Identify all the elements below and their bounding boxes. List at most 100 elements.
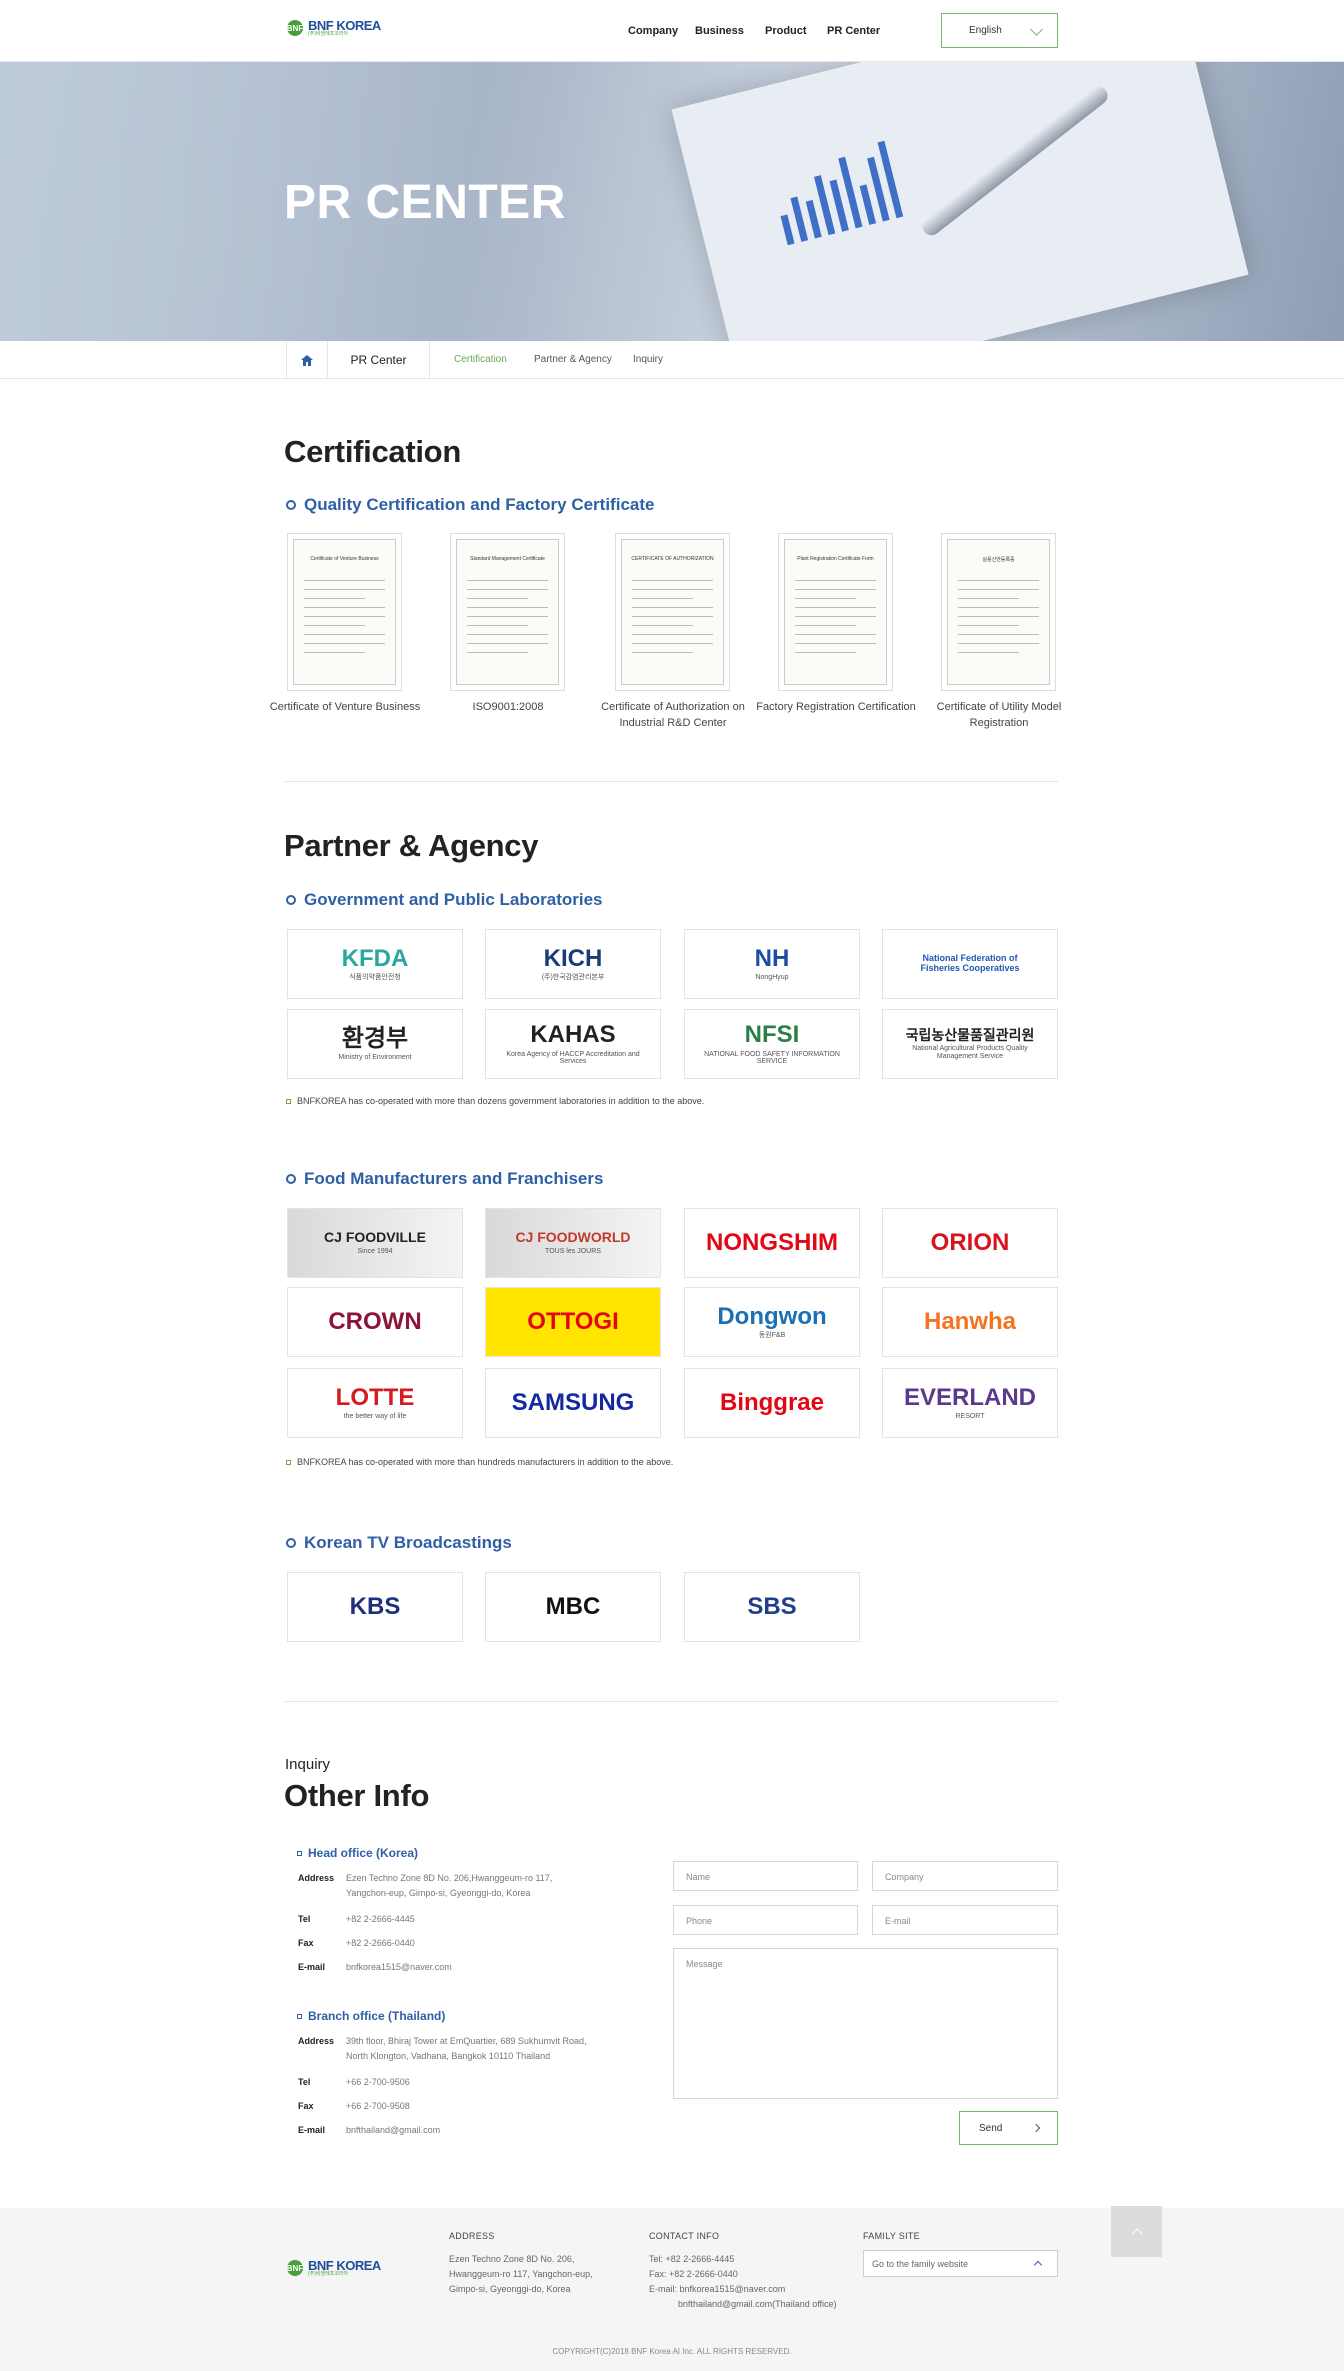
chevron-right-icon <box>1031 2123 1041 2133</box>
partner-logo: Dongwon 동원F&B <box>684 1287 860 1357</box>
head-email-label: E-mail <box>298 1962 326 1972</box>
partner-logo: NH NongHyup <box>684 929 860 999</box>
partner-logo-name: CJ FOODWORLD <box>515 1229 631 1246</box>
company-input[interactable]: Company <box>872 1861 1058 1891</box>
certificate-image[interactable]: Standard Management Certificate <box>450 533 565 691</box>
partner-logo: KBS <box>287 1572 463 1642</box>
partner-logo: KICH (주)한국감염관리본부 <box>485 929 661 999</box>
head-email[interactable]: bnfkorea1515@naver.com <box>346 1960 452 1975</box>
sub-tab-inquiry[interactable]: Inquiry <box>633 354 663 365</box>
chevron-up-icon <box>1033 2260 1043 2270</box>
sub-tab-certification[interactable]: Certification <box>454 354 507 365</box>
partner-logo: 국립농산물품질관리원 National Agricultural Products… <box>882 1009 1058 1079</box>
square-bullet-icon <box>297 1850 302 1856</box>
food-subheading: Food Manufacturers and Franchisers <box>286 1169 603 1189</box>
partner-logo: LOTTE the better way of life <box>287 1368 463 1438</box>
partner-logo-sub: Korea Agency of HACCP Accreditation and … <box>506 1050 640 1066</box>
footer-logo[interactable]: BNF BNF KOREA (주)비엔에프코리아 <box>287 2259 381 2277</box>
nav-company[interactable]: Company <box>628 25 678 37</box>
message-textarea[interactable]: Message <box>673 1948 1058 2099</box>
email-input[interactable]: E-mail <box>872 1905 1058 1935</box>
certificate-caption: Factory Registration Certification <box>756 701 916 713</box>
logo-mark-icon: BNF <box>287 2260 304 2276</box>
certificate-doc-title: Plant Registration Certificate Form <box>797 556 874 562</box>
partner-logo-sub: TOUS les JOURS <box>545 1247 601 1255</box>
nav-pr-center[interactable]: PR Center <box>827 25 880 37</box>
partner-logo-sub: National Agricultural Products Quality M… <box>912 1045 1028 1060</box>
certificate-image[interactable]: 실용신안등록증 <box>941 533 1056 691</box>
circle-bullet-icon <box>286 1538 296 1548</box>
partner-logo: National Federation of Fisheries Coopera… <box>882 929 1058 999</box>
circle-bullet-icon <box>286 500 296 510</box>
partner-logo: MBC <box>485 1572 661 1642</box>
partner-logo-name: CROWN <box>328 1307 422 1335</box>
sub-tab-partner-agency[interactable]: Partner & Agency <box>534 354 612 365</box>
logo-mark-icon: BNF <box>287 20 304 36</box>
home-button[interactable] <box>286 341 328 379</box>
certificate-doc-title: CERTIFICATE OF AUTHORIZATION <box>631 556 714 562</box>
certificate-image[interactable]: Plant Registration Certificate Form <box>778 533 893 691</box>
chevron-up-icon <box>1130 2227 1143 2240</box>
hero-title: PR CENTER <box>284 176 566 229</box>
partner-logo: Binggrae <box>684 1368 860 1438</box>
partner-logo-name: Hanwha <box>923 1307 1016 1335</box>
page: BNF BNF KOREA (주)비엔에프코리아 Company Busines… <box>0 0 1344 2371</box>
branch-fax-label: Fax <box>298 2101 314 2111</box>
partner-logo-name: CJ FOODVILLE <box>324 1229 426 1246</box>
language-select[interactable]: English <box>941 13 1058 48</box>
circle-bullet-icon <box>286 1174 296 1184</box>
hero-banner: PR CENTER <box>0 62 1344 341</box>
certificate-doc-title: 실용신안등록증 <box>982 557 1015 563</box>
branch-fax: +66 2-700-9508 <box>346 2101 410 2111</box>
partner-logo-name: MBC <box>545 1592 601 1620</box>
square-bullet-icon <box>286 1098 291 1104</box>
partner-logo-name: KFDA <box>341 944 409 972</box>
partner-logo: Hanwha <box>882 1287 1058 1357</box>
head-address-label: Address <box>298 1873 335 1883</box>
partner-logo-sub: NongHyup <box>755 974 789 982</box>
home-icon <box>301 354 313 366</box>
branch-address-label: Address <box>298 2036 335 2046</box>
footer-family-title: FAMILY SITE <box>863 2231 920 2241</box>
gov-subheading: Government and Public Laboratories <box>286 890 603 910</box>
partner-logo: CJ FOODWORLD TOUS les JOURS <box>485 1208 661 1278</box>
partner-logo-name: NONGSHIM <box>706 1228 838 1256</box>
nav-business[interactable]: Business <box>695 25 744 37</box>
breadcrumb-current[interactable]: PR Center <box>328 341 430 379</box>
section-divider <box>284 1701 1058 1702</box>
square-bullet-icon <box>286 1459 291 1465</box>
partner-logo-sub: the better way of life <box>343 1413 407 1421</box>
branch-email[interactable]: bnfthailand@gmail.com <box>346 2123 440 2138</box>
phone-input[interactable]: Phone <box>673 1905 858 1935</box>
partner-logo-name: SBS <box>747 1592 797 1620</box>
header-logo[interactable]: BNF BNF KOREA (주)비엔에프코리아 <box>287 19 381 37</box>
family-site-select[interactable]: Go to the family website <box>863 2250 1058 2277</box>
head-fax: +82 2-2666-0440 <box>346 1938 415 1948</box>
branch-tel: +66 2-700-9506 <box>346 2077 410 2087</box>
head-address: Ezen Techno Zone 8D No. 206,Hwanggeum-ro… <box>346 1873 553 1898</box>
partner-logo-name: ORION <box>930 1228 1010 1256</box>
footer-contact: Tel: +82 2-2666-4445 Fax: +82 2-2666-0440… <box>649 2254 837 2309</box>
nav-product[interactable]: Product <box>765 25 807 37</box>
partner-logo-name: 환경부 <box>341 1024 409 1052</box>
partner-logo-name: Binggrae <box>719 1388 824 1416</box>
certificate-image[interactable]: CERTIFICATE OF AUTHORIZATION <box>615 533 730 691</box>
certificate-image[interactable]: Certificate of Venture Business <box>287 533 402 691</box>
partner-logo: KFDA 식품의약품안전청 <box>287 929 463 999</box>
footer-logo-subtext: (주)비엔에프코리아 <box>308 2271 349 2277</box>
branch-tel-label: Tel <box>298 2077 311 2087</box>
partner-logo-name: SAMSUNG <box>511 1388 635 1416</box>
scroll-to-top-button[interactable] <box>1111 2206 1162 2257</box>
site-header: BNF BNF KOREA (주)비엔에프코리아 Company Busines… <box>0 0 1344 62</box>
gov-note: BNFKOREA has co-operated with more than … <box>286 1096 704 1106</box>
send-button[interactable]: Send <box>959 2111 1058 2145</box>
certificate-doc-title: Standard Management Certificate <box>470 556 545 562</box>
partner-logo: NFSI NATIONAL FOOD SAFETY INFORMATION SER… <box>684 1009 860 1079</box>
name-input[interactable]: Name <box>673 1861 858 1891</box>
partner-logo: SBS <box>684 1572 860 1642</box>
partner-logo-sub: 식품의약품안전청 <box>349 974 401 982</box>
branch-office-title: Branch office (Thailand) <box>297 2009 445 2023</box>
partner-logo-name: EVERLAND <box>903 1383 1036 1411</box>
partner-logo: NONGSHIM <box>684 1208 860 1278</box>
footer-address-title: ADDRESS <box>449 2231 495 2241</box>
